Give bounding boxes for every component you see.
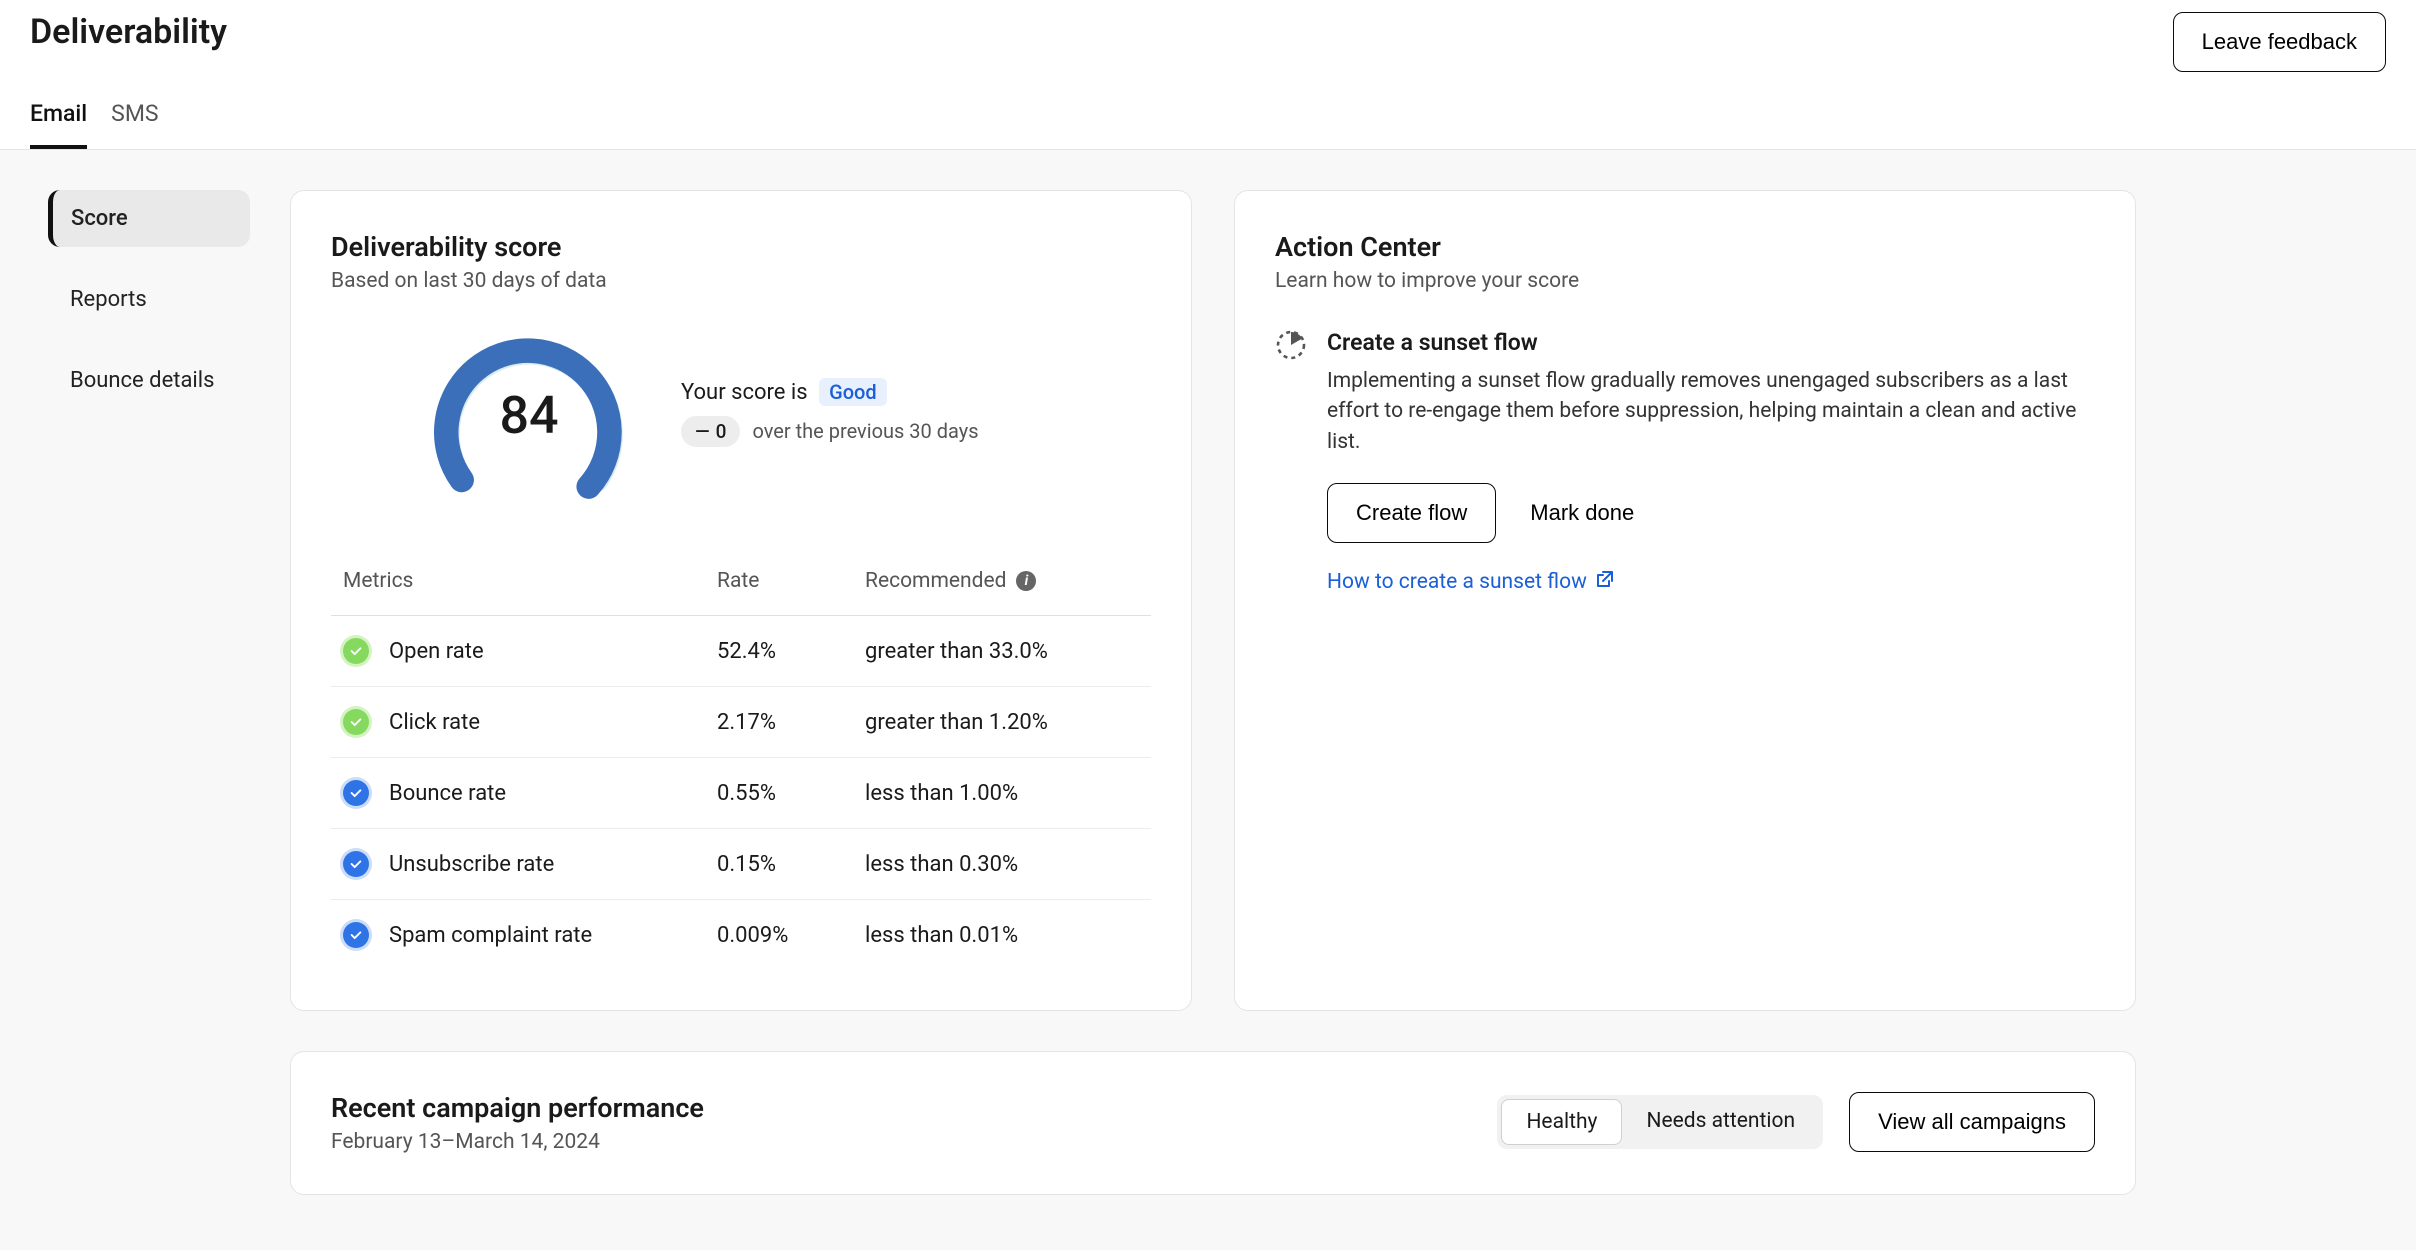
how-to-link[interactable]: How to create a sunset flow: [1327, 569, 1615, 595]
metric-rate: 2.17%: [717, 710, 865, 735]
info-icon[interactable]: i: [1016, 571, 1036, 591]
check-circle-icon: [343, 780, 369, 806]
campaign-card-title: Recent campaign performance: [331, 1092, 704, 1124]
score-status-line: Your score is Good: [681, 378, 979, 406]
page-title: Deliverability: [30, 12, 227, 52]
metric-recommended: greater than 33.0%: [865, 639, 1139, 664]
table-row: Bounce rate 0.55% less than 1.00%: [331, 758, 1151, 829]
metric-recommended: less than 1.00%: [865, 781, 1139, 806]
action-item-description: Implementing a sunset flow gradually rem…: [1327, 366, 2095, 457]
score-status-prefix: Your score is: [681, 380, 808, 405]
check-circle-icon: [343, 709, 369, 735]
mark-done-button[interactable]: Mark done: [1510, 484, 1654, 542]
score-gauge: 84: [427, 327, 631, 497]
external-link-icon: [1595, 569, 1615, 595]
score-status-badge: Good: [819, 378, 887, 406]
create-flow-button[interactable]: Create flow: [1327, 483, 1496, 543]
segment-healthy[interactable]: Healthy: [1501, 1099, 1622, 1145]
dash-icon: —: [695, 420, 710, 443]
metric-recommended: less than 0.30%: [865, 852, 1139, 877]
col-header-rate: Rate: [717, 569, 865, 593]
col-header-metrics: Metrics: [343, 569, 717, 593]
segment-needs-attention[interactable]: Needs attention: [1622, 1099, 1819, 1145]
sidebar-item-score[interactable]: Score: [48, 190, 250, 247]
score-delta-note: over the previous 30 days: [752, 419, 978, 443]
action-center-title: Action Center: [1275, 231, 2095, 263]
sidebar-item-bounce-details[interactable]: Bounce details: [48, 352, 250, 409]
metric-name: Spam complaint rate: [389, 923, 592, 948]
table-row: Unsubscribe rate 0.15% less than 0.30%: [331, 829, 1151, 900]
campaign-date-range: February 13–March 14, 2024: [331, 1130, 704, 1154]
sidebar-item-reports[interactable]: Reports: [48, 271, 250, 328]
score-card-subtitle: Based on last 30 days of data: [331, 269, 1151, 293]
channel-tabs: Email SMS: [0, 72, 2416, 150]
metric-rate: 0.009%: [717, 923, 865, 948]
action-center-subtitle: Learn how to improve your score: [1275, 269, 2095, 293]
metric-recommended: greater than 1.20%: [865, 710, 1139, 735]
metric-name: Unsubscribe rate: [389, 852, 554, 877]
score-delta-pill: — 0: [681, 416, 740, 447]
score-card-title: Deliverability score: [331, 231, 1151, 263]
metric-rate: 0.55%: [717, 781, 865, 806]
leave-feedback-button[interactable]: Leave feedback: [2173, 12, 2386, 72]
table-row: Open rate 52.4% greater than 33.0%: [331, 616, 1151, 687]
tab-sms[interactable]: SMS: [111, 100, 158, 149]
action-item-title: Create a sunset flow: [1327, 329, 2095, 356]
table-row: Click rate 2.17% greater than 1.20%: [331, 687, 1151, 758]
metric-rate: 0.15%: [717, 852, 865, 877]
metric-name: Click rate: [389, 710, 480, 735]
score-value: 84: [427, 327, 631, 497]
progress-circle-icon: [1275, 329, 1307, 361]
deliverability-score-card: Deliverability score Based on last 30 da…: [290, 190, 1192, 1011]
metric-rate: 52.4%: [717, 639, 865, 664]
metrics-table: Metrics Rate Recommended i: [331, 547, 1151, 970]
how-to-link-label: How to create a sunset flow: [1327, 570, 1587, 594]
score-delta-value: 0: [716, 420, 727, 443]
check-circle-icon: [343, 922, 369, 948]
recent-campaign-card: Recent campaign performance February 13–…: [290, 1051, 2136, 1195]
metric-name: Open rate: [389, 639, 484, 664]
tab-email[interactable]: Email: [30, 100, 87, 149]
sidebar: Score Reports Bounce details: [0, 190, 250, 433]
metric-recommended: less than 0.01%: [865, 923, 1139, 948]
col-header-recommended: Recommended: [865, 569, 1006, 593]
table-row: Spam complaint rate 0.009% less than 0.0…: [331, 900, 1151, 970]
check-circle-icon: [343, 638, 369, 664]
check-circle-icon: [343, 851, 369, 877]
campaign-filter-segment: Healthy Needs attention: [1497, 1095, 1823, 1149]
metric-name: Bounce rate: [389, 781, 506, 806]
action-center-card: Action Center Learn how to improve your …: [1234, 190, 2136, 1011]
view-all-campaigns-button[interactable]: View all campaigns: [1849, 1092, 2095, 1152]
